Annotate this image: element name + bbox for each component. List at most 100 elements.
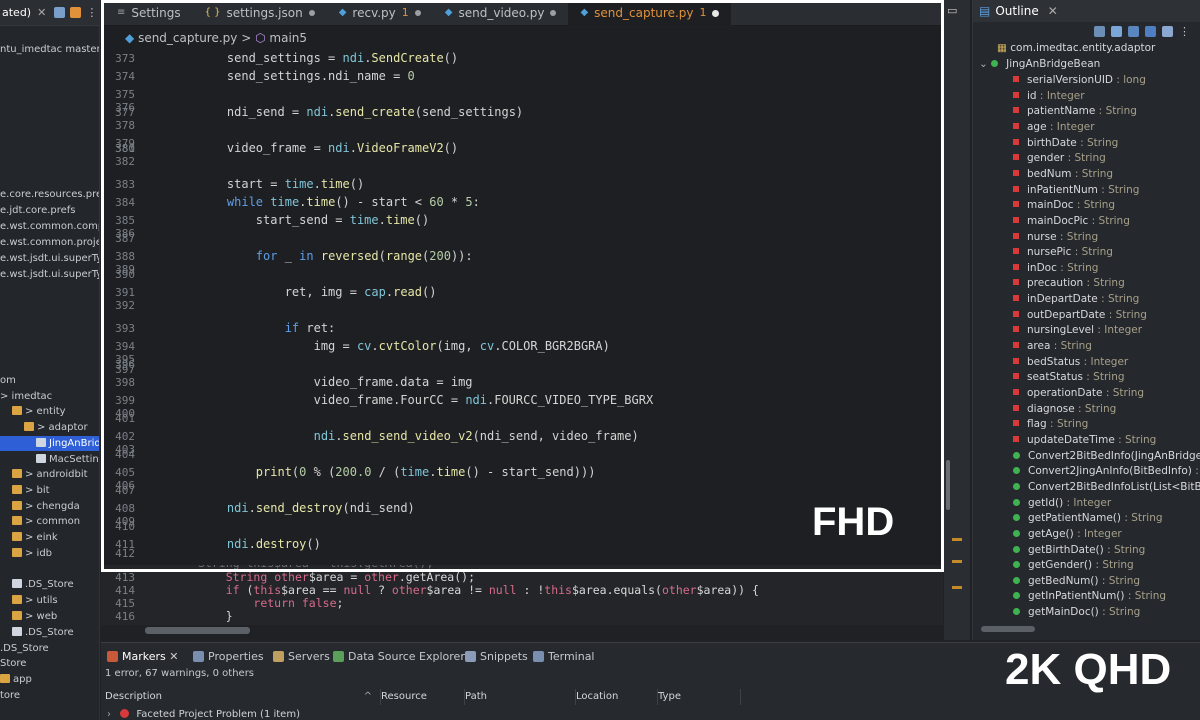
outline-method[interactable]: Convert2BitBedInfo(JingAnBridgeB (1013, 449, 1200, 465)
code-line[interactable]: 377 ndi_send = ndi.send_create(send_sett… (101, 106, 523, 120)
code-line[interactable]: 385 start_send = time.time() (101, 214, 429, 228)
tree-item[interactable]: om (0, 373, 16, 388)
panel-tab[interactable]: Markers ✕ (107, 648, 178, 666)
outline-field[interactable]: serialVersionUID : long (1013, 73, 1146, 89)
tree-item[interactable]: .DS_Store (0, 577, 74, 592)
code-line[interactable]: 402 ndi.send_send_video_v2(ndi_send, vid… (101, 430, 639, 444)
outline-method[interactable]: Convert2BitBedInfoList(List<BitBe (1013, 480, 1200, 496)
code-line[interactable]: 383 start = time.time() (101, 178, 364, 192)
horizontal-scrollbar[interactable] (145, 627, 250, 634)
code-line[interactable]: 393 if ret: (101, 322, 335, 336)
code-line[interactable]: 401 (101, 412, 198, 425)
code-line[interactable]: 374 send_settings.ndi_name = 0 (101, 70, 415, 84)
close-icon[interactable]: ✕ (37, 6, 46, 19)
tree-item[interactable]: app (0, 672, 32, 687)
link-editor-icon[interactable] (70, 7, 82, 18)
outline-field[interactable]: nurse : String (1013, 230, 1098, 246)
tree-item[interactable]: > eink (0, 530, 58, 545)
tree-item[interactable]: tore (0, 688, 20, 703)
outline-method[interactable]: getGender() : String (1013, 558, 1134, 574)
breadcrumb-file[interactable]: send_capture.py (138, 31, 237, 45)
tree-item[interactable]: .DS_Store (0, 641, 49, 656)
hide-static-icon[interactable] (1128, 25, 1139, 37)
view-menu-icon[interactable]: ⋮ (1179, 25, 1190, 38)
panel-tab[interactable]: Data Source Explorer (333, 648, 465, 666)
tree-item[interactable]: > idb (0, 546, 52, 561)
outline-field[interactable]: patientName : String (1013, 104, 1137, 120)
outline-field[interactable]: inDepartDate : String (1013, 292, 1139, 308)
unsaved-dot-icon[interactable] (414, 10, 421, 16)
outline-field[interactable]: precaution : String (1013, 276, 1125, 292)
view-menu-icon[interactable]: ⋮ (86, 6, 97, 19)
code-line[interactable]: 378 (101, 119, 198, 132)
column-header[interactable]: Resource (381, 689, 465, 705)
tree-item[interactable]: Store (0, 656, 26, 671)
tree-item[interactable]: e.wst.common.proje (0, 235, 99, 250)
code-line[interactable]: 407 (101, 484, 198, 497)
warning-marker[interactable] (952, 586, 962, 589)
outline-method[interactable]: getMainDoc() : String (1013, 605, 1140, 621)
tree-item[interactable]: e.jdt.core.prefs (0, 203, 76, 218)
outline-field[interactable]: bedNum : String (1013, 167, 1113, 183)
tree-item[interactable]: > common (0, 514, 80, 529)
tree-item[interactable]: MacSetting (0, 452, 99, 467)
minimize-icon[interactable]: ▭ (947, 4, 957, 17)
code-line[interactable]: 391 ret, img = cap.read() (101, 286, 436, 300)
editor-tab[interactable]: { } settings.json (193, 0, 327, 26)
code-line[interactable]: 375 (101, 88, 198, 101)
collapse-all-icon[interactable] (54, 7, 66, 18)
outline-field[interactable]: age : Integer (1013, 120, 1095, 136)
editor-tab[interactable]: ◆ recv.py 1 (327, 0, 433, 26)
outline-method[interactable]: getInPatientNum() : String (1013, 589, 1166, 605)
outline-field[interactable]: outDepartDate : String (1013, 308, 1147, 324)
outline-field[interactable]: nursingLevel : Integer (1013, 323, 1142, 339)
column-header[interactable]: Path (465, 689, 576, 705)
outline-field[interactable]: diagnose : String (1013, 402, 1116, 418)
code-line[interactable]: 382 (101, 155, 198, 168)
code-line[interactable]: 394 img = cv.cvtColor(img, cv.COLOR_BGR2… (101, 340, 610, 354)
outline-method[interactable]: getAge() : Integer (1013, 527, 1122, 543)
outline-field[interactable]: mainDocPic : String (1013, 214, 1130, 230)
code-line[interactable]: 392 (101, 299, 198, 312)
panel-tab[interactable]: Properties (193, 648, 264, 666)
panel-tab[interactable]: Servers (273, 648, 330, 666)
close-icon[interactable]: ✕ (1048, 4, 1058, 18)
marker-row[interactable]: › Faceted Project Problem (1 item) (107, 709, 300, 720)
outline-field[interactable]: bedStatus : Integer (1013, 355, 1128, 371)
warning-marker[interactable] (952, 538, 962, 541)
tree-item[interactable]: JingAnBridg (0, 436, 99, 451)
sort-icon[interactable] (1094, 25, 1105, 37)
warning-marker[interactable] (952, 560, 962, 563)
tree-item[interactable]: > androidbit (0, 467, 88, 482)
unsaved-dot-icon[interactable] (712, 9, 720, 17)
column-header[interactable]: Description ^ (105, 689, 381, 705)
expand-icon[interactable]: › (107, 709, 111, 720)
code-line[interactable]: 397 (101, 363, 198, 376)
vertical-scrollbar[interactable] (946, 460, 950, 510)
tree-item[interactable]: e.core.resources.pre (0, 187, 99, 202)
outline-field[interactable]: inDoc : String (1013, 261, 1098, 277)
tree-item[interactable]: > utils (0, 593, 58, 608)
tree-item[interactable]: .DS_Store (0, 625, 74, 640)
tree-item[interactable]: e.wst.jsdt.ui.superTy (0, 251, 99, 266)
outline-field[interactable]: seatStatus : String (1013, 370, 1125, 386)
outline-field[interactable]: inPatientNum : String (1013, 183, 1139, 199)
outline-method[interactable]: getBedNum() : String (1013, 574, 1140, 590)
code-line[interactable]: 384 while time.time() - start < 60 * 5: (101, 196, 480, 210)
tree-item[interactable]: e.wst.common.comp (0, 219, 99, 234)
code-line[interactable]: 408 ndi.send_destroy(ndi_send) (101, 502, 415, 516)
tree-item[interactable]: > adaptor (0, 420, 88, 435)
hide-fields-icon[interactable] (1111, 25, 1122, 37)
outline-field[interactable]: id : Integer (1013, 89, 1085, 105)
code-editor[interactable]: 373 send_settings = ndi.SendCreate() 374 … (101, 49, 943, 565)
code-line[interactable]: 410 (101, 520, 198, 533)
code-line[interactable]: 390 (101, 268, 198, 281)
outline-class[interactable]: ⌄ JingAnBridgeBean (979, 57, 1100, 73)
code-line[interactable]: 416 } (101, 610, 233, 624)
unsaved-dot-icon[interactable] (308, 10, 315, 16)
hide-nonpublic-icon[interactable] (1145, 25, 1156, 37)
code-line[interactable]: 412 (101, 547, 198, 560)
panel-tab[interactable]: Snippets (465, 648, 528, 666)
breadcrumb-symbol[interactable]: main5 (269, 31, 307, 45)
close-icon[interactable]: ✕ (166, 650, 178, 663)
